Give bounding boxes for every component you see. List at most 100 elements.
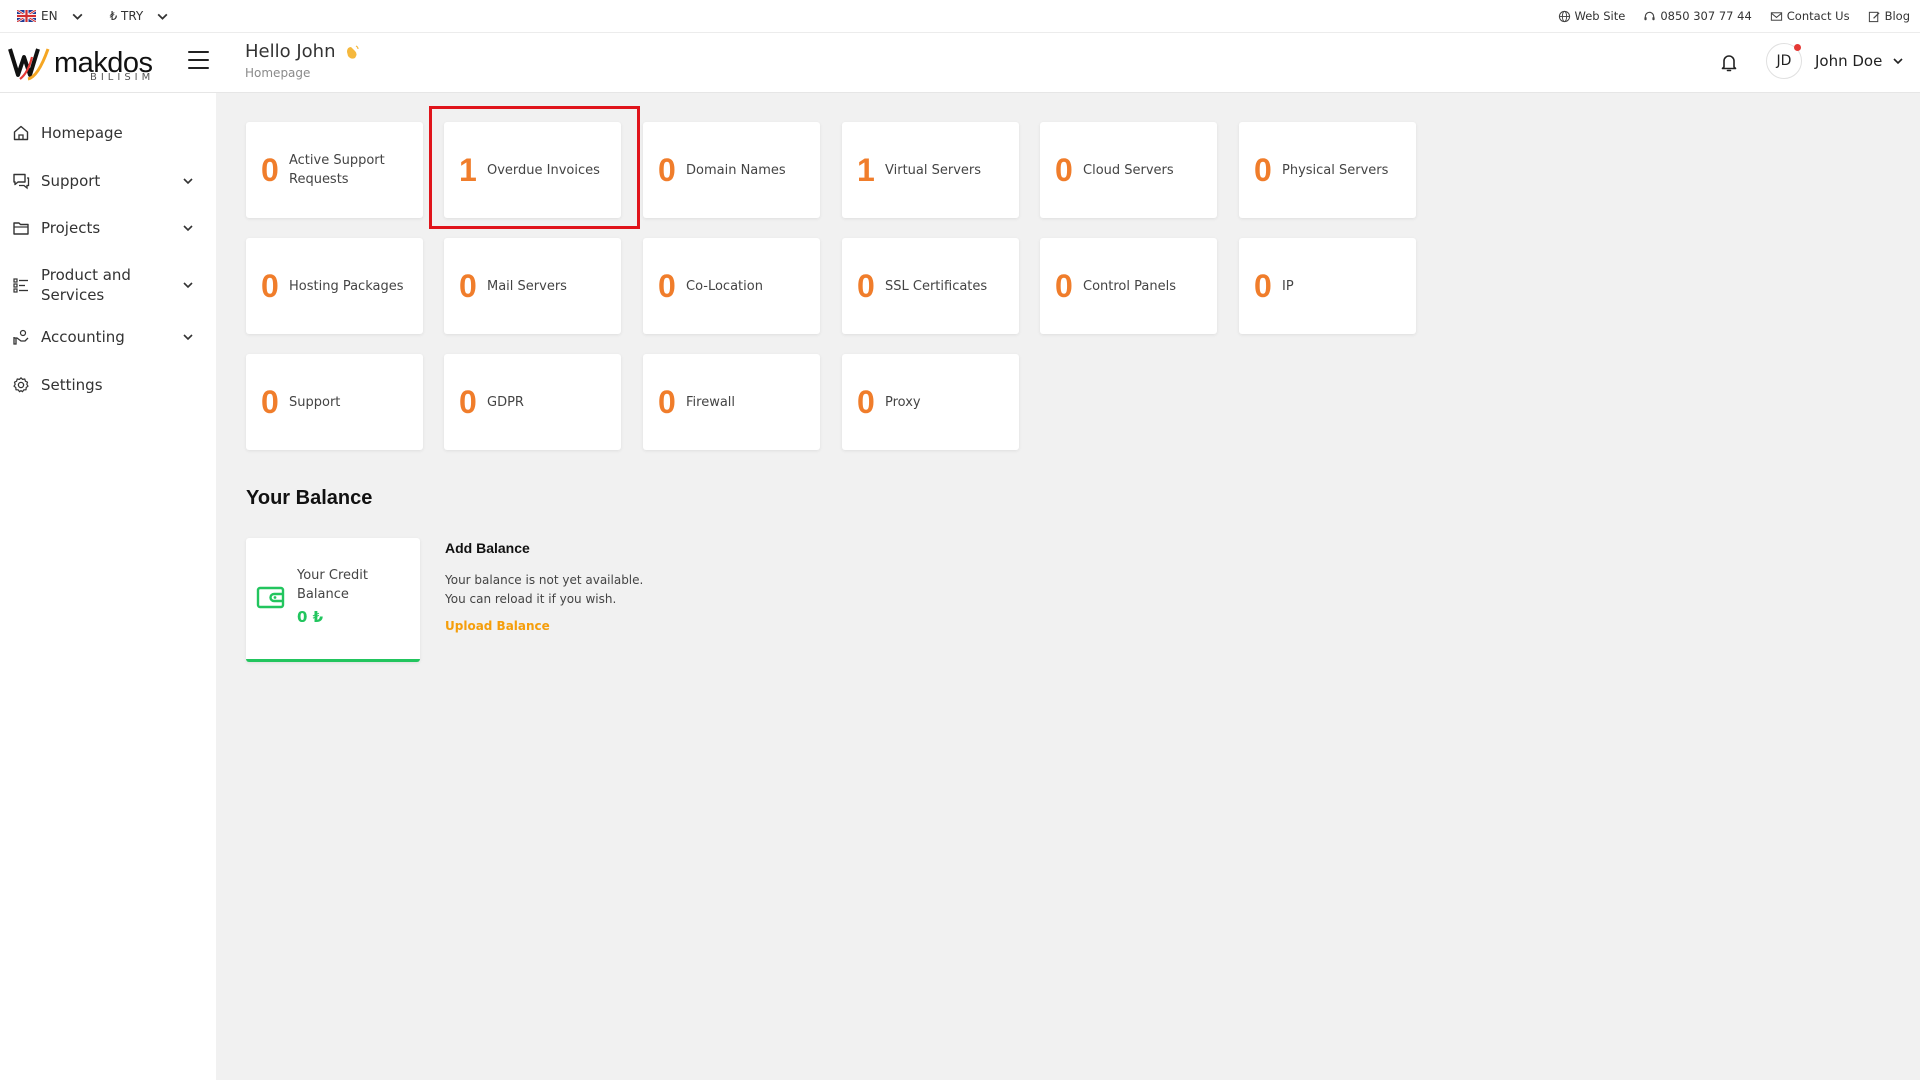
- phone-link[interactable]: 0850 307 77 44: [1643, 9, 1752, 23]
- blog-link[interactable]: Blog: [1868, 9, 1910, 23]
- add-balance-title: Add Balance: [445, 540, 530, 556]
- stat-label: Active Support Requests: [289, 153, 385, 187]
- menu-toggle-button[interactable]: [188, 51, 209, 69]
- stat-label: Proxy: [885, 394, 921, 410]
- blog-label: Blog: [1884, 9, 1910, 23]
- stat-label: Firewall: [686, 394, 736, 410]
- stat-card-active-support-requests[interactable]: 0 Active Support Requests: [246, 122, 423, 218]
- gear-icon: [13, 377, 29, 393]
- edit-icon: [1868, 11, 1880, 22]
- stat-label: Domain Names: [686, 162, 786, 178]
- stat-card-virtual-servers[interactable]: 1 Virtual Servers: [842, 122, 1019, 218]
- user-menu[interactable]: John Doe: [1815, 52, 1904, 70]
- stat-label: Physical Servers: [1282, 162, 1389, 178]
- stat-card-cloud-servers[interactable]: 0 Cloud Servers: [1040, 122, 1217, 218]
- stat-label: Cloud Servers: [1083, 162, 1174, 178]
- breadcrumb[interactable]: Homepage: [245, 66, 361, 80]
- stat-value: 1: [459, 151, 477, 188]
- upload-balance-link[interactable]: Upload Balance: [445, 619, 550, 633]
- stat-value: 0: [459, 383, 477, 420]
- stat-value: 0: [857, 383, 875, 420]
- stat-card-mail-servers[interactable]: 0 Mail Servers: [444, 238, 621, 334]
- wallet-icon: [256, 586, 285, 609]
- chevron-down-icon: [157, 13, 168, 20]
- stat-card-ip[interactable]: 0 IP: [1239, 238, 1416, 334]
- sidebar-item-label: Product and Services: [41, 266, 131, 304]
- top-utility-bar: EN ₺ TRY Web Site 0850 307 77 44 Contact…: [0, 0, 1920, 33]
- notification-dot: [1794, 44, 1801, 51]
- sidebar-item-label: Projects: [41, 219, 101, 237]
- website-label: Web Site: [1574, 9, 1626, 23]
- sidebar-item-label: Accounting: [41, 328, 125, 346]
- stat-label: GDPR: [487, 394, 524, 410]
- chevron-down-icon: [72, 13, 83, 20]
- add-balance-line-1: Your balance is not yet available.: [445, 573, 644, 587]
- stat-card-control-panels[interactable]: 0 Control Panels: [1040, 238, 1217, 334]
- stat-card-firewall[interactable]: 0 Firewall: [643, 354, 820, 450]
- stat-card-domain-names[interactable]: 0 Domain Names: [643, 122, 820, 218]
- sidebar-item-label: Support: [41, 172, 101, 190]
- sidebar: Homepage Support Projects Product and Se…: [0, 93, 216, 1080]
- avatar[interactable]: JD: [1766, 43, 1802, 79]
- website-link[interactable]: Web Site: [1558, 9, 1626, 23]
- stat-card-gdpr[interactable]: 0 GDPR: [444, 354, 621, 450]
- stat-value: 0: [658, 383, 676, 420]
- stat-card-co-location[interactable]: 0 Co-Location: [643, 238, 820, 334]
- chevron-down-icon: [183, 334, 193, 341]
- sidebar-item-label: Homepage: [41, 124, 123, 142]
- language-selector[interactable]: EN: [17, 9, 84, 23]
- greeting-block: Hello John Homepage: [245, 41, 361, 80]
- stat-value: 0: [857, 267, 875, 304]
- stat-value: 1: [857, 151, 875, 188]
- makdos-logo[interactable]: makdos BILISIM: [8, 43, 153, 83]
- balance-section-title: Your Balance: [246, 487, 373, 509]
- chevron-down-icon: [183, 225, 193, 232]
- language-label: EN: [41, 9, 58, 23]
- stat-card-overdue-invoices[interactable]: 1 Overdue Invoices: [444, 122, 621, 218]
- hand-coin-icon: [13, 329, 29, 345]
- uk-flag-icon: [17, 10, 36, 22]
- sidebar-item-support[interactable]: Support: [0, 171, 216, 191]
- stat-value: 0: [658, 151, 676, 188]
- notification-bell-icon[interactable]: [1716, 50, 1742, 76]
- sidebar-item-projects[interactable]: Projects: [0, 218, 216, 238]
- sidebar-item-homepage[interactable]: Homepage: [0, 123, 216, 143]
- makdos-logo-mark-icon: [8, 48, 50, 81]
- list-icon: [13, 278, 28, 293]
- sidebar-item-settings[interactable]: Settings: [0, 375, 216, 395]
- contact-link[interactable]: Contact Us: [1770, 9, 1850, 23]
- stat-value: 0: [1055, 267, 1073, 304]
- chat-icon: [13, 173, 30, 190]
- folder-icon: [13, 222, 29, 235]
- chevron-down-icon: [183, 282, 193, 289]
- stat-value: 0: [658, 267, 676, 304]
- chevron-down-icon: [1893, 58, 1903, 65]
- mail-icon: [1770, 11, 1782, 21]
- sidebar-item-label: Settings: [41, 376, 103, 394]
- logo-sub: BILISIM: [90, 72, 155, 83]
- stat-label: SSL Certificates: [885, 278, 988, 294]
- globe-icon: [1558, 10, 1570, 22]
- avatar-initials: JD: [1776, 53, 1792, 69]
- stat-card-hosting-packages[interactable]: 0 Hosting Packages: [246, 238, 423, 334]
- stat-value: 0: [459, 267, 477, 304]
- phone-label: 0850 307 77 44: [1660, 9, 1752, 23]
- stat-card-ssl-certificates[interactable]: 0 SSL Certificates: [842, 238, 1019, 334]
- currency-selector[interactable]: ₺ TRY: [110, 9, 170, 23]
- chevron-down-icon: [183, 178, 193, 185]
- stat-value: 0: [1254, 267, 1272, 304]
- sidebar-item-accounting[interactable]: Accounting: [0, 327, 216, 347]
- stat-label: Virtual Servers: [885, 162, 982, 178]
- headset-icon: [1644, 11, 1655, 20]
- credit-balance-value: 0 ₺: [297, 608, 324, 626]
- main-header: makdos BILISIM Hello John Homepage JD Jo…: [0, 33, 1920, 93]
- stat-label: Co-Location: [686, 278, 763, 294]
- stat-card-support[interactable]: 0 Support: [246, 354, 423, 450]
- stat-card-proxy[interactable]: 0 Proxy: [842, 354, 1019, 450]
- stat-card-physical-servers[interactable]: 0 Physical Servers: [1239, 122, 1416, 218]
- sidebar-item-product-and-services[interactable]: Product and Services: [0, 263, 216, 307]
- stat-label: Mail Servers: [487, 278, 567, 294]
- add-balance-description: Your balance is not yet available. You c…: [445, 571, 643, 609]
- stat-value: 0: [1254, 151, 1272, 188]
- stat-value: 0: [261, 383, 279, 420]
